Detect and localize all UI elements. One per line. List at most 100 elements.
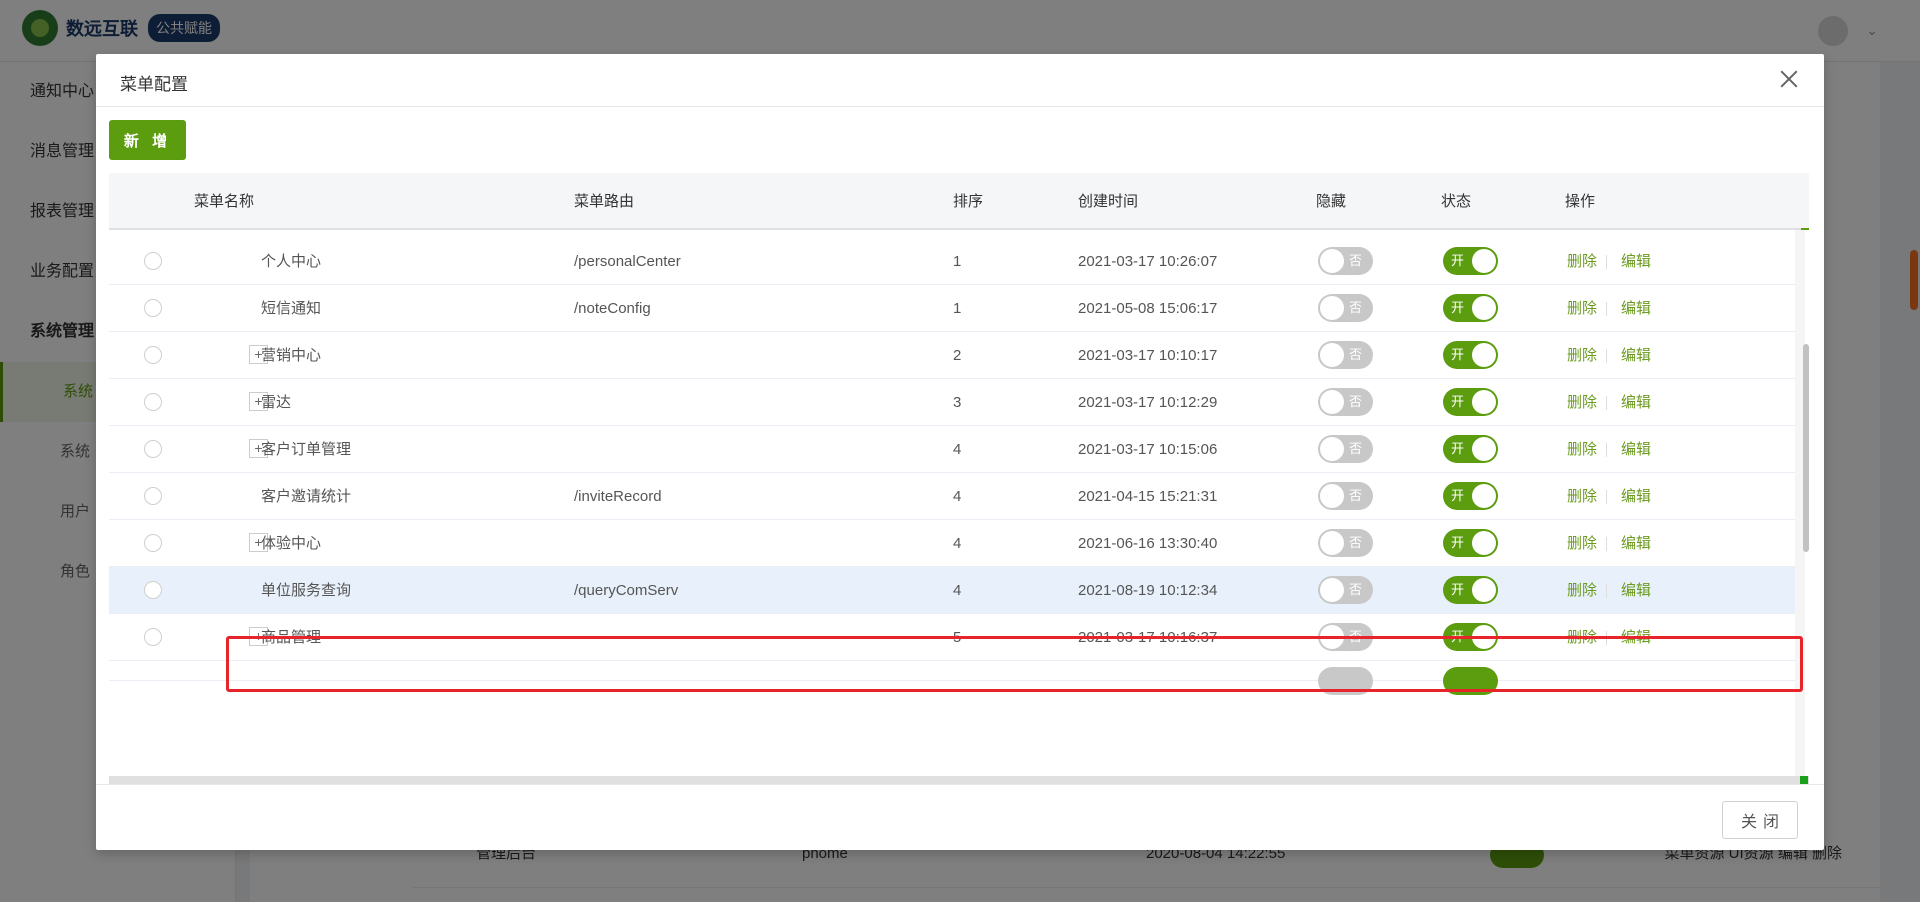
edit-link[interactable]: 编辑 <box>1621 238 1651 285</box>
close-button[interactable]: 关闭 <box>1722 801 1798 839</box>
menu-sort: 4 <box>953 488 962 505</box>
hidden-switch[interactable] <box>1318 667 1373 695</box>
edit-link[interactable]: 编辑 <box>1621 332 1651 379</box>
menu-sort: 5 <box>953 629 962 646</box>
delete-link[interactable]: 删除 <box>1567 426 1597 473</box>
hidden-switch[interactable]: 否 <box>1318 388 1373 416</box>
table-scrollbar-thumb[interactable] <box>1803 344 1809 552</box>
delete-link[interactable]: 删除 <box>1567 520 1597 567</box>
hidden-switch[interactable]: 否 <box>1318 247 1373 275</box>
menu-created: 2021-03-17 10:15:06 <box>1078 441 1218 458</box>
menu-created: 2021-08-19 10:12:34 <box>1078 582 1218 599</box>
action-separator <box>1606 443 1607 457</box>
delete-link[interactable]: 删除 <box>1567 285 1597 332</box>
status-switch[interactable]: 开 <box>1443 294 1498 322</box>
delete-link[interactable]: 删除 <box>1567 332 1597 379</box>
status-switch[interactable]: 开 <box>1443 529 1498 557</box>
switch-knob <box>1320 625 1344 649</box>
table-row[interactable]: 单位服务查询/queryComServ 4 2021-08-19 10:12:34 否… <box>109 567 1795 614</box>
row-radio[interactable] <box>144 487 162 505</box>
menu-name: 雷达 <box>261 394 292 411</box>
scrollbar-corner <box>1800 776 1808 784</box>
hidden-switch[interactable]: 否 <box>1318 482 1373 510</box>
column-header-sort: 排序 <box>953 193 984 210</box>
action-separator <box>1606 537 1607 551</box>
menu-created: 2021-05-08 15:06:17 <box>1078 300 1218 317</box>
switch-on-text: 开 <box>1451 441 1465 456</box>
delete-link[interactable]: 删除 <box>1567 379 1597 426</box>
status-switch[interactable] <box>1443 667 1498 695</box>
switch-on-text: 开 <box>1451 300 1465 315</box>
row-radio[interactable] <box>144 393 162 411</box>
status-switch[interactable]: 开 <box>1443 341 1498 369</box>
add-button[interactable]: 新 增 <box>109 120 186 160</box>
hidden-switch[interactable]: 否 <box>1318 435 1373 463</box>
menu-created: 2021-06-16 13:30:40 <box>1078 535 1218 552</box>
switch-off-text: 否 <box>1349 582 1363 597</box>
delete-link[interactable]: 删除 <box>1567 614 1597 661</box>
menu-created: 2021-03-17 10:12:29 <box>1078 394 1218 411</box>
row-radio[interactable] <box>144 581 162 599</box>
hidden-switch[interactable]: 否 <box>1318 341 1373 369</box>
switch-knob <box>1472 343 1496 367</box>
edit-link[interactable]: 编辑 <box>1621 285 1651 332</box>
switch-knob <box>1320 249 1344 273</box>
menu-sort: 2 <box>953 347 962 364</box>
switch-on-text: 开 <box>1451 488 1465 503</box>
row-radio[interactable] <box>144 299 162 317</box>
table-horizontal-scrollbar[interactable] <box>109 776 1809 784</box>
delete-link[interactable]: 删除 <box>1567 567 1597 614</box>
switch-knob <box>1472 437 1496 461</box>
menu-created: 2021-03-17 10:26:07 <box>1078 253 1218 270</box>
row-radio[interactable] <box>144 534 162 552</box>
switch-knob <box>1320 296 1344 320</box>
table-row[interactable]: 短信通知/noteConfig 1 2021-05-08 15:06:17 否 开 删除编… <box>109 285 1795 332</box>
switch-knob <box>1472 625 1496 649</box>
switch-knob <box>1472 249 1496 273</box>
switch-knob <box>1320 531 1344 555</box>
switch-on-text: 开 <box>1451 347 1465 362</box>
row-radio[interactable] <box>144 346 162 364</box>
edit-link[interactable]: 编辑 <box>1621 473 1651 520</box>
menu-config-dialog: 菜单配置 新 增 菜单名称 菜单路由 排序 创建时间 隐藏 状态 操作 个人中心… <box>96 54 1824 850</box>
close-icon[interactable] <box>1776 66 1802 92</box>
table-row[interactable]: + 客户订单管理 4 2021-03-17 10:15:06 否开删除 编辑 <box>109 426 1795 473</box>
status-switch[interactable]: 开 <box>1443 623 1498 651</box>
menu-name: 个人中心 <box>261 253 322 270</box>
table-row-partial <box>109 661 1795 695</box>
status-switch[interactable]: 开 <box>1443 247 1498 275</box>
menu-name: 营销中心 <box>261 347 322 364</box>
table-row[interactable]: 个人中心/personalCenter 1 2021-03-17 10:26:07 否… <box>109 238 1795 285</box>
edit-link[interactable]: 编辑 <box>1621 614 1651 661</box>
status-switch[interactable]: 开 <box>1443 435 1498 463</box>
row-radio[interactable] <box>144 628 162 646</box>
delete-link[interactable]: 删除 <box>1567 473 1597 520</box>
menu-sort: 4 <box>953 441 962 458</box>
action-separator <box>1606 255 1607 269</box>
menu-name: 客户邀请统计 <box>261 488 352 505</box>
edit-link[interactable]: 编辑 <box>1621 379 1651 426</box>
hidden-switch[interactable]: 否 <box>1318 576 1373 604</box>
table-row[interactable]: + 商品管理 5 2021-03-17 10:16:37 否开删除 编辑 <box>109 614 1795 661</box>
status-switch[interactable]: 开 <box>1443 482 1498 510</box>
hidden-switch[interactable]: 否 <box>1318 623 1373 651</box>
menu-sort: 4 <box>953 535 962 552</box>
column-header-created: 创建时间 <box>1078 193 1139 210</box>
edit-link[interactable]: 编辑 <box>1621 426 1651 473</box>
table-row[interactable]: + 体验中心 4 2021-06-16 13:30:40 否开删除 编辑 <box>109 520 1795 567</box>
edit-link[interactable]: 编辑 <box>1621 520 1651 567</box>
edit-link[interactable]: 编辑 <box>1621 567 1651 614</box>
hidden-switch[interactable]: 否 <box>1318 529 1373 557</box>
row-radio[interactable] <box>144 252 162 270</box>
status-switch[interactable]: 开 <box>1443 576 1498 604</box>
table-row[interactable]: + 雷达 3 2021-03-17 10:12:29 否开删除 编辑 <box>109 379 1795 426</box>
dialog-title: 菜单配置 <box>120 75 188 94</box>
row-radio[interactable] <box>144 440 162 458</box>
switch-on-text: 开 <box>1451 582 1465 597</box>
table-row[interactable]: + 营销中心 2 2021-03-17 10:10:17 否开删除 编辑 <box>109 332 1795 379</box>
table-row[interactable]: 客户邀请统计/inviteRecord 4 2021-04-15 15:21:31 否… <box>109 473 1795 520</box>
action-separator <box>1606 396 1607 410</box>
status-switch[interactable]: 开 <box>1443 388 1498 416</box>
hidden-switch[interactable]: 否 <box>1318 294 1373 322</box>
delete-link[interactable]: 删除 <box>1567 238 1597 285</box>
